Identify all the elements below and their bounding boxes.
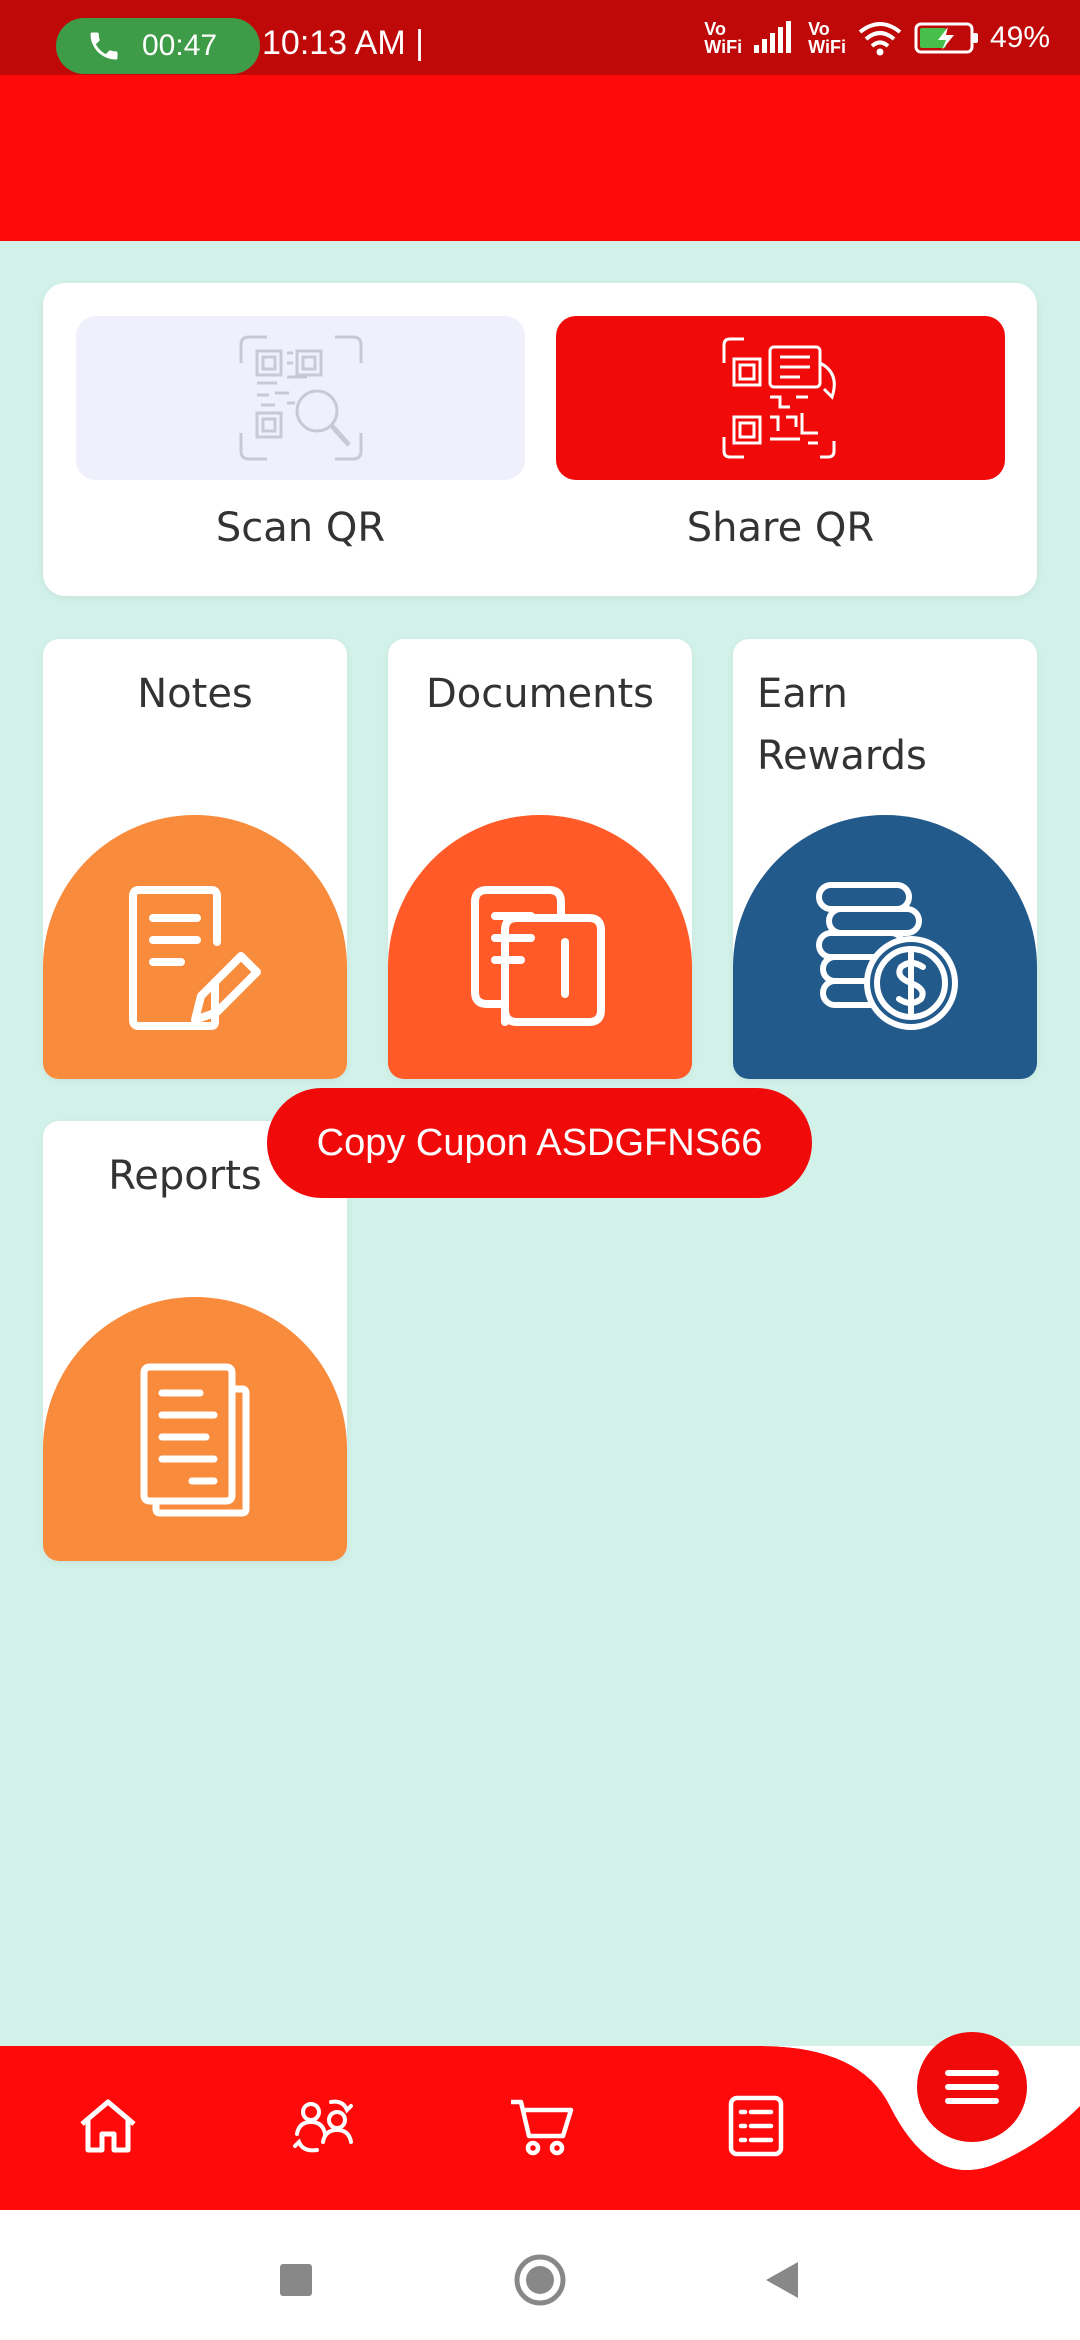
status-bar: 00:47 10:13 AM | Vo WiFi Vo WiFi 49% xyxy=(0,0,1080,75)
bottom-navigation xyxy=(0,2046,1080,2210)
coins-icon xyxy=(816,882,958,1030)
home-system-button[interactable] xyxy=(510,2250,570,2310)
earn-rewards-dome xyxy=(733,815,1037,1079)
header-banner xyxy=(0,75,1080,241)
nav-cart[interactable] xyxy=(502,2086,582,2166)
notes-title: Notes xyxy=(137,671,253,717)
documents-title: Documents xyxy=(425,671,655,717)
recents-button[interactable] xyxy=(266,2250,326,2310)
signal-icon xyxy=(754,21,792,53)
nav-referrals[interactable] xyxy=(284,2086,364,2166)
share-qr-label: Share QR xyxy=(686,505,875,551)
nav-home[interactable] xyxy=(68,2086,148,2166)
menu-icon xyxy=(945,2070,999,2104)
users-exchange-icon xyxy=(293,2099,353,2153)
qr-share-icon xyxy=(722,337,836,459)
coupon-toast[interactable]: Copy Cupon ASDGFNS66 xyxy=(267,1088,812,1198)
circle-icon xyxy=(514,2254,566,2306)
notes-dome xyxy=(43,815,347,1079)
ongoing-call-pill[interactable]: 00:47 xyxy=(56,18,260,74)
documents-tile[interactable]: Documents xyxy=(388,639,692,1079)
earn-rewards-title: Earn Rewards xyxy=(757,671,927,779)
share-qr-button[interactable] xyxy=(556,316,1005,480)
wifi-icon xyxy=(858,22,902,56)
list-icon xyxy=(728,2095,784,2157)
status-icons: Vo WiFi Vo WiFi 49% xyxy=(704,20,1050,56)
scan-qr-label: Scan QR xyxy=(215,505,386,551)
battery-icon xyxy=(914,22,978,54)
square-icon xyxy=(280,2264,312,2296)
notes-edit-icon xyxy=(129,886,261,1030)
call-timer: 00:47 xyxy=(142,29,218,62)
earn-rewards-tile[interactable]: Earn Rewards xyxy=(733,639,1037,1079)
scan-qr-button[interactable] xyxy=(76,316,525,480)
status-time: 10:13 AM | xyxy=(262,24,424,62)
notes-tile[interactable]: Notes xyxy=(43,639,347,1079)
home-icon xyxy=(80,2099,136,2153)
qr-scan-icon xyxy=(239,335,362,461)
cart-icon xyxy=(511,2099,574,2156)
reports-icon xyxy=(140,1363,250,1517)
nav-orders[interactable] xyxy=(716,2086,796,2166)
menu-fab[interactable] xyxy=(917,2032,1027,2142)
system-navigation-bar xyxy=(0,2210,1080,2340)
qr-card: Scan QR Share QR xyxy=(43,283,1037,596)
documents-icon xyxy=(471,886,605,1026)
reports-dome xyxy=(43,1297,347,1561)
documents-dome xyxy=(388,815,692,1079)
vowifi-indicator-2: Vo WiFi xyxy=(808,19,846,57)
vowifi-indicator: Vo WiFi xyxy=(704,19,743,57)
back-button[interactable] xyxy=(752,2250,812,2310)
battery-percent: 49% xyxy=(989,21,1050,54)
phone-icon xyxy=(90,32,118,60)
back-triangle-icon xyxy=(766,2262,798,2298)
